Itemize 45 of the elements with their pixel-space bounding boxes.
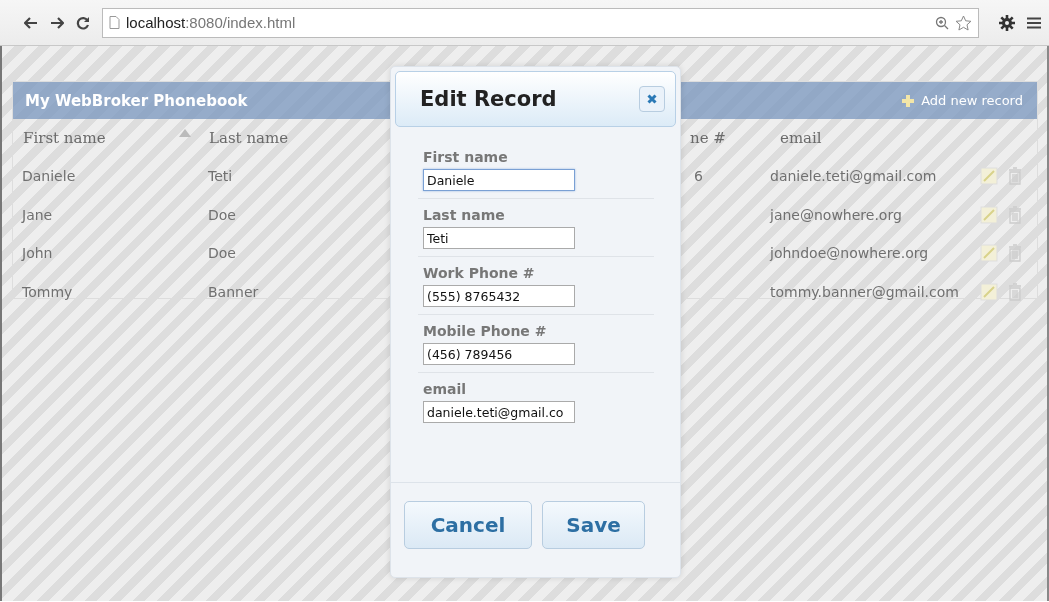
settings-icon[interactable] xyxy=(999,14,1015,31)
app-title: My WebBroker Phonebook xyxy=(25,91,248,110)
plus-icon xyxy=(901,93,916,108)
input-field[interactable]: Teti xyxy=(423,227,575,249)
menu-icon[interactable] xyxy=(1027,16,1041,29)
input-field[interactable]: daniele.teti@gmail.co xyxy=(423,401,575,423)
input-field[interactable]: (555) 8765432 xyxy=(423,285,575,307)
field-label: First name xyxy=(423,149,509,165)
column-header[interactable]: First name xyxy=(13,129,199,147)
input-field[interactable]: Daniele xyxy=(423,169,575,191)
column-header[interactable]: Last name xyxy=(199,129,374,147)
table-cell-text: Banner xyxy=(207,283,260,300)
table-cell-text: tommy.banner@gmail.com xyxy=(770,283,960,300)
table-cell-text: Doe xyxy=(207,245,237,262)
field-label: email xyxy=(423,381,468,397)
forward-icon[interactable] xyxy=(50,16,64,29)
input-field[interactable]: (456) 789456 xyxy=(423,343,575,365)
table-cell-text: Tommy xyxy=(21,283,74,300)
table-cell-text: Jane xyxy=(20,206,54,223)
close-icon xyxy=(647,94,657,104)
table-cell-text: Teti xyxy=(207,168,234,185)
star-icon[interactable] xyxy=(955,14,972,31)
table-cell-text: Daniele xyxy=(21,168,77,185)
field-label: Last name xyxy=(423,207,506,223)
cancel-button[interactable]: Cancel xyxy=(404,501,532,549)
table-cell-text: jane@nowhere.org xyxy=(770,206,903,223)
table-cell-text: Doe xyxy=(207,206,237,223)
close-button[interactable] xyxy=(639,86,665,112)
page-icon xyxy=(109,16,120,29)
save-button[interactable]: Save xyxy=(542,501,645,549)
url-text: localhost:8080/index.html xyxy=(126,14,297,31)
sort-up-icon xyxy=(179,129,191,137)
table-cell-text: John xyxy=(20,245,54,262)
column-header[interactable]: email xyxy=(770,129,980,147)
field-label: Mobile Phone # xyxy=(423,323,548,339)
zoom-icon[interactable] xyxy=(935,15,949,30)
address-bar[interactable]: localhost:8080/index.html xyxy=(102,7,979,38)
dialog-title: Edit Record xyxy=(420,87,557,111)
reload-icon[interactable] xyxy=(76,15,90,30)
table-cell-text: daniele.teti@gmail.com xyxy=(770,168,938,185)
back-icon[interactable] xyxy=(24,16,38,29)
table-cell-text: 6 xyxy=(693,168,704,185)
field-label: Work Phone # xyxy=(423,265,536,281)
table-cell-text: johndoe@nowhere.org xyxy=(770,245,930,262)
column-header[interactable]: ne # xyxy=(686,129,770,147)
